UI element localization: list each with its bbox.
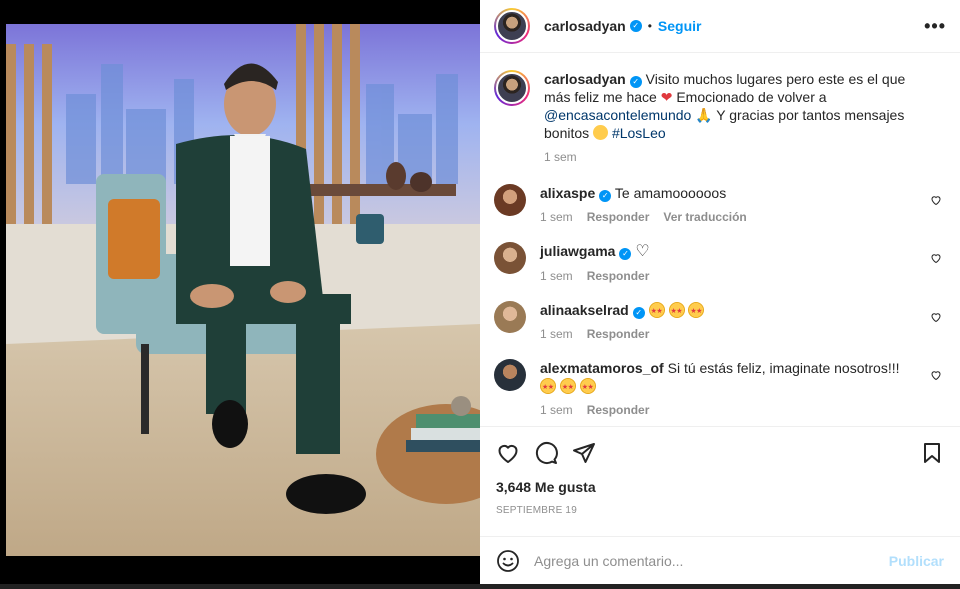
comments-list[interactable]: carlosadyan ✓ Visito muchos lugares pero … [480,54,960,426]
emoji-icon[interactable] [496,549,520,573]
caption-avatar[interactable] [494,70,530,106]
separator-dot: • [647,19,652,33]
like-comment-heart-icon[interactable] [930,311,942,323]
comment-time[interactable]: 1 sem [540,325,573,343]
commenter-avatar[interactable] [494,301,526,333]
translate-button[interactable]: Ver traducción [663,208,746,226]
comment-time[interactable]: 1 sem [540,208,573,226]
comment-icon[interactable] [534,441,558,465]
comment-time[interactable]: 1 sem [540,401,573,419]
caption-text-2: Emocionado de volver a [676,89,827,105]
verified-icon: ✓ [599,190,612,202]
reply-button[interactable]: Responder [587,267,650,285]
heart-icon[interactable] [496,441,520,465]
commenter-avatar[interactable] [494,184,526,216]
caption-time[interactable]: 1 sem [544,148,577,166]
verified-icon: ✓ [619,248,632,260]
star-struck-emoji [668,302,685,321]
publish-button[interactable]: Publicar [889,553,944,569]
verified-icon: ✓ [629,76,642,88]
like-comment-heart-icon[interactable] [930,369,942,381]
sad-face-emoji [593,125,609,140]
verified-icon: ✓ [632,307,645,319]
likes-count[interactable]: 3,648 Me gusta [496,479,944,495]
star-struck-emoji [648,302,665,321]
like-comment-heart-icon[interactable] [930,194,942,206]
comment-row: alixaspe ✓ Te amamoooooos 1 sem Responder… [494,184,946,226]
caption-username[interactable]: carlosadyan [544,71,626,87]
bottom-strip [0,584,960,589]
post-photo[interactable] [6,24,480,556]
comment-text: Te amamoooooos [614,185,727,201]
share-icon[interactable] [572,441,596,465]
verified-icon: ✓ [629,20,642,32]
photo-illustration [6,24,480,556]
red-heart-emoji: ❤ [660,89,673,105]
comment-row: juliawgama ✓ ♡ 1 sem Responder [494,242,946,285]
author-username[interactable]: carlosadyan [544,18,626,34]
comment-time[interactable]: 1 sem [540,267,573,285]
more-options-icon[interactable]: ••• [924,16,946,37]
caption-row: carlosadyan ✓ Visito muchos lugares pero … [494,70,946,166]
star-struck-emoji [579,378,596,397]
comment-input[interactable] [534,552,889,569]
commenter-username[interactable]: alinaakselrad [540,302,629,318]
post-actions: 3,648 Me gusta SEPTIEMBRE 19 [480,426,960,536]
post-media[interactable] [0,0,480,589]
commenter-avatar[interactable] [494,242,526,274]
author-avatar[interactable] [494,8,530,44]
commenter-username[interactable]: alexmatamoros_of [540,360,664,376]
reply-button[interactable]: Responder [587,401,650,419]
bookmark-icon[interactable] [920,441,944,465]
comment-text: Si tú estás feliz, imaginate nosotros!!! [667,360,900,376]
post-header: carlosadyan ✓ • Seguir ••• [480,0,960,53]
commenter-username[interactable]: juliawgama [540,243,615,259]
follow-button[interactable]: Seguir [658,18,702,34]
reply-button[interactable]: Responder [587,208,650,226]
comment-row: alinaakselrad✓ 1 sem Responder [494,301,946,343]
post-side-panel: carlosadyan ✓ • Seguir ••• carlosadyan ✓ … [480,0,960,584]
commenter-username[interactable]: alixaspe [540,185,595,201]
reply-button[interactable]: Responder [587,325,650,343]
commenter-avatar[interactable] [494,359,526,391]
post-date[interactable]: SEPTIEMBRE 19 [496,505,944,516]
comment-row: alexmatamoros_of Si tú estás feliz, imag… [494,359,946,419]
like-comment-heart-icon[interactable] [930,252,942,264]
praying-hands-emoji: 🙏 [695,107,713,123]
comment-text: ♡ [635,243,650,260]
star-struck-emoji [540,378,556,397]
add-comment-bar: Publicar [480,536,960,584]
star-struck-emoji [688,302,705,321]
caption-hashtag-link[interactable]: #LosLeo [612,125,666,141]
caption-mention-link[interactable]: @encasacontelemundo [544,107,691,123]
star-struck-emoji [559,378,576,397]
